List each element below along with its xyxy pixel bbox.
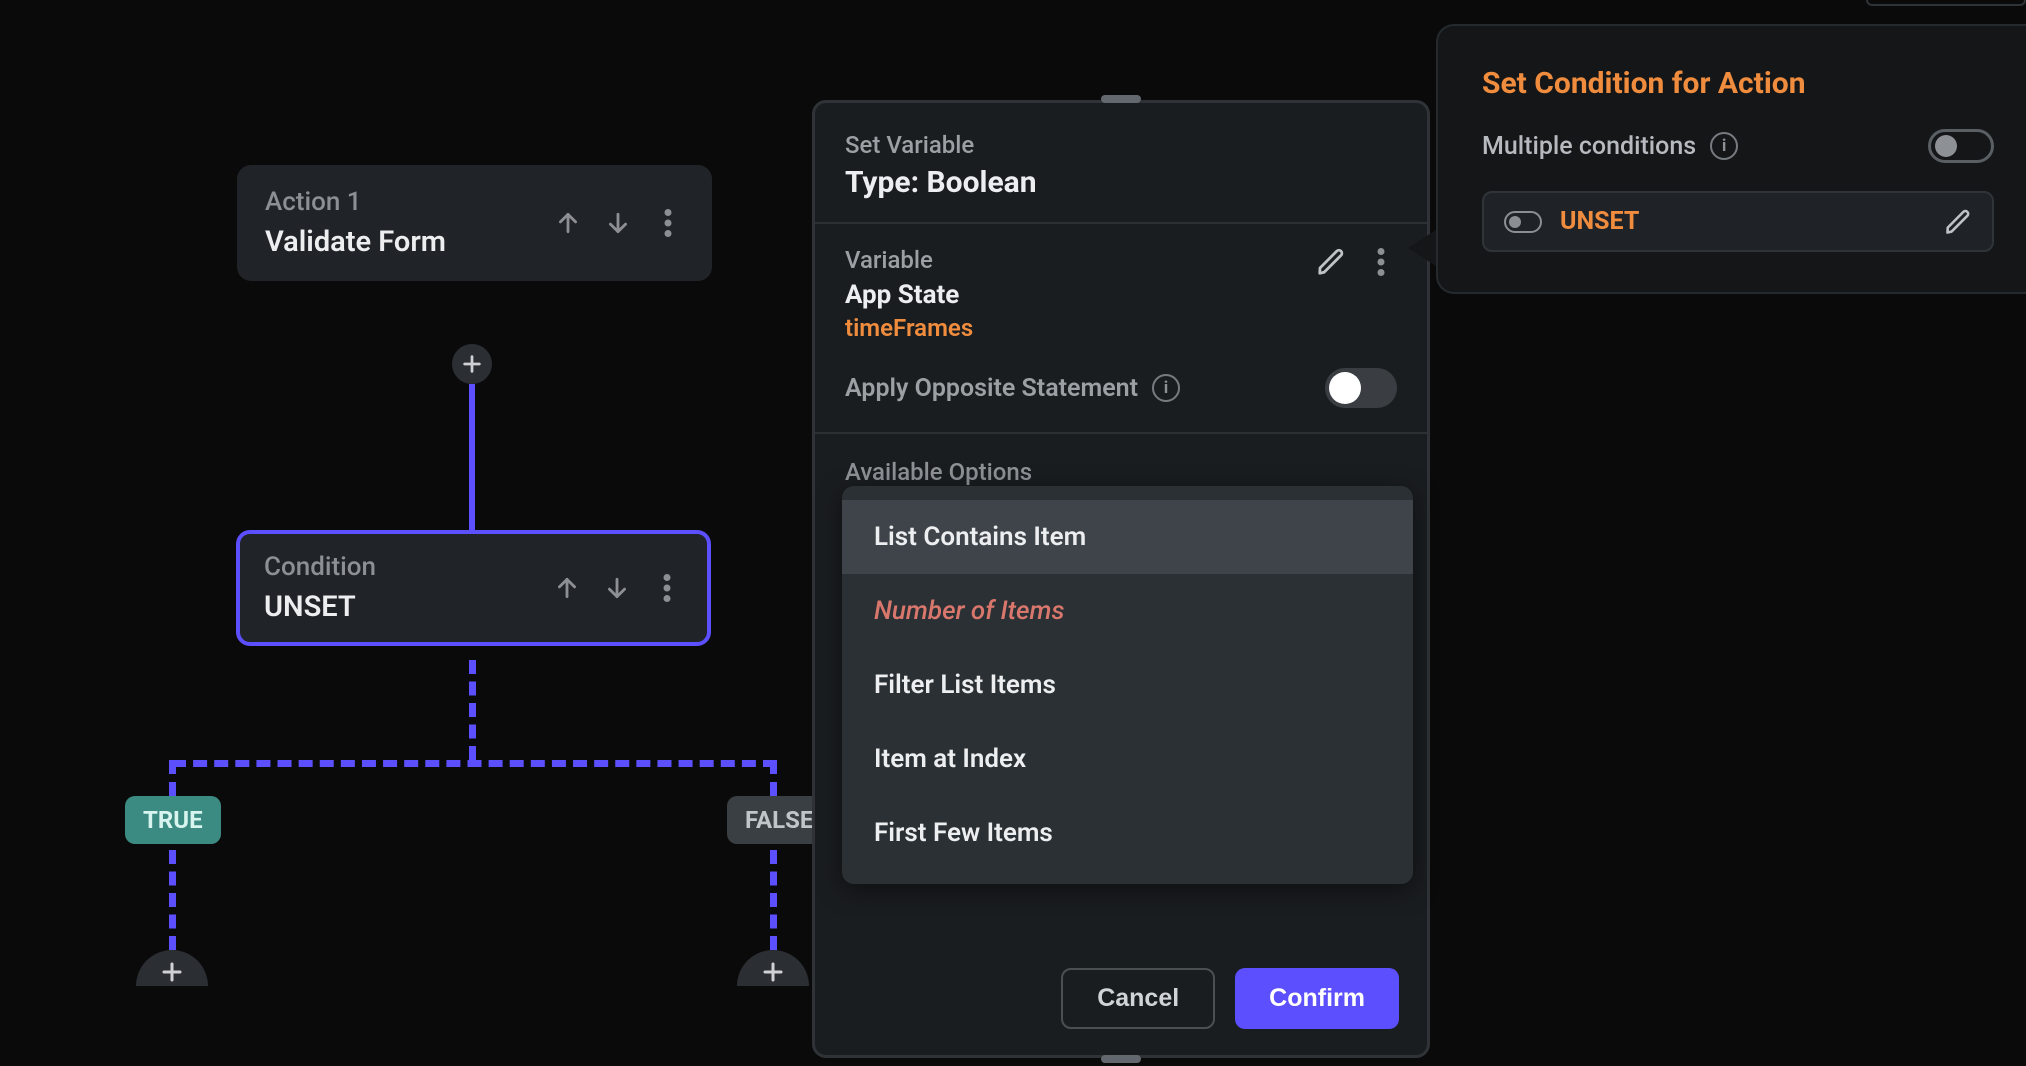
panel-pointer-icon — [1408, 230, 1436, 266]
edit-icon[interactable] — [1944, 208, 1972, 236]
add-false-branch-button[interactable] — [737, 950, 809, 986]
option-number-of-items: Number of Items — [842, 574, 1413, 648]
info-icon[interactable]: i — [1152, 374, 1180, 402]
available-options-dropdown: List Contains Item Number of Items Filte… — [842, 486, 1413, 884]
more-icon[interactable] — [1365, 246, 1397, 278]
connector-line — [469, 384, 475, 532]
drag-handle-icon[interactable] — [1101, 1055, 1141, 1063]
condition-toggle-icon — [1504, 211, 1542, 233]
opposite-statement-label: Apply Opposite Statement — [845, 374, 1138, 403]
available-options-label: Available Options — [815, 434, 1427, 486]
drag-handle-icon[interactable] — [1101, 95, 1141, 103]
flow-node-condition[interactable]: Condition UNSET — [236, 530, 711, 646]
more-icon[interactable] — [651, 572, 683, 604]
variable-source: App State — [845, 280, 973, 310]
option-list-contains-item[interactable]: List Contains Item — [842, 500, 1413, 574]
dialog-title: Type: Boolean — [845, 165, 1397, 200]
condition-chip-text: UNSET — [1560, 207, 1639, 236]
info-icon[interactable]: i — [1710, 132, 1738, 160]
connector-line — [169, 760, 176, 796]
action1-title: Validate Form — [265, 225, 446, 259]
variable-label: Variable — [845, 246, 973, 274]
add-action-button[interactable] — [452, 344, 492, 384]
opposite-statement-toggle[interactable] — [1325, 368, 1397, 408]
flow-node-action-1[interactable]: Action 1 Validate Form — [237, 165, 712, 281]
action1-subtitle: Action 1 — [265, 187, 446, 217]
variable-field: timeFrames — [845, 314, 973, 342]
connector-line — [770, 760, 777, 796]
more-icon[interactable] — [652, 207, 684, 239]
add-true-branch-button[interactable] — [136, 950, 208, 986]
branch-true-pill[interactable]: TRUE — [125, 796, 221, 844]
connector-line — [172, 760, 777, 767]
option-filter-list-items[interactable]: Filter List Items — [842, 648, 1413, 722]
edit-icon[interactable] — [1315, 246, 1347, 278]
option-item-at-index[interactable]: Item at Index — [842, 722, 1413, 796]
move-down-icon[interactable] — [602, 207, 634, 239]
side-panel-title: Set Condition for Action — [1482, 66, 1994, 101]
condition-chip[interactable]: UNSET — [1482, 191, 1994, 252]
move-up-icon[interactable] — [551, 572, 583, 604]
condition-subtitle: Condition — [264, 552, 376, 582]
connector-line — [169, 850, 176, 950]
multiple-conditions-label: Multiple conditions — [1482, 132, 1696, 161]
move-down-icon[interactable] — [601, 572, 633, 604]
cancel-button[interactable]: Cancel — [1061, 968, 1215, 1029]
connector-line — [770, 850, 777, 950]
connector-line — [469, 660, 476, 760]
condition-side-panel: Set Condition for Action Multiple condit… — [1436, 24, 2026, 294]
condition-title: UNSET — [264, 590, 376, 624]
option-first-few-items[interactable]: First Few Items — [842, 796, 1413, 870]
confirm-button[interactable]: Confirm — [1235, 968, 1399, 1029]
multiple-conditions-toggle[interactable] — [1928, 129, 1994, 163]
move-up-icon[interactable] — [552, 207, 584, 239]
top-right-tab-outline — [1866, 0, 2026, 6]
dialog-subtitle: Set Variable — [845, 131, 1397, 159]
